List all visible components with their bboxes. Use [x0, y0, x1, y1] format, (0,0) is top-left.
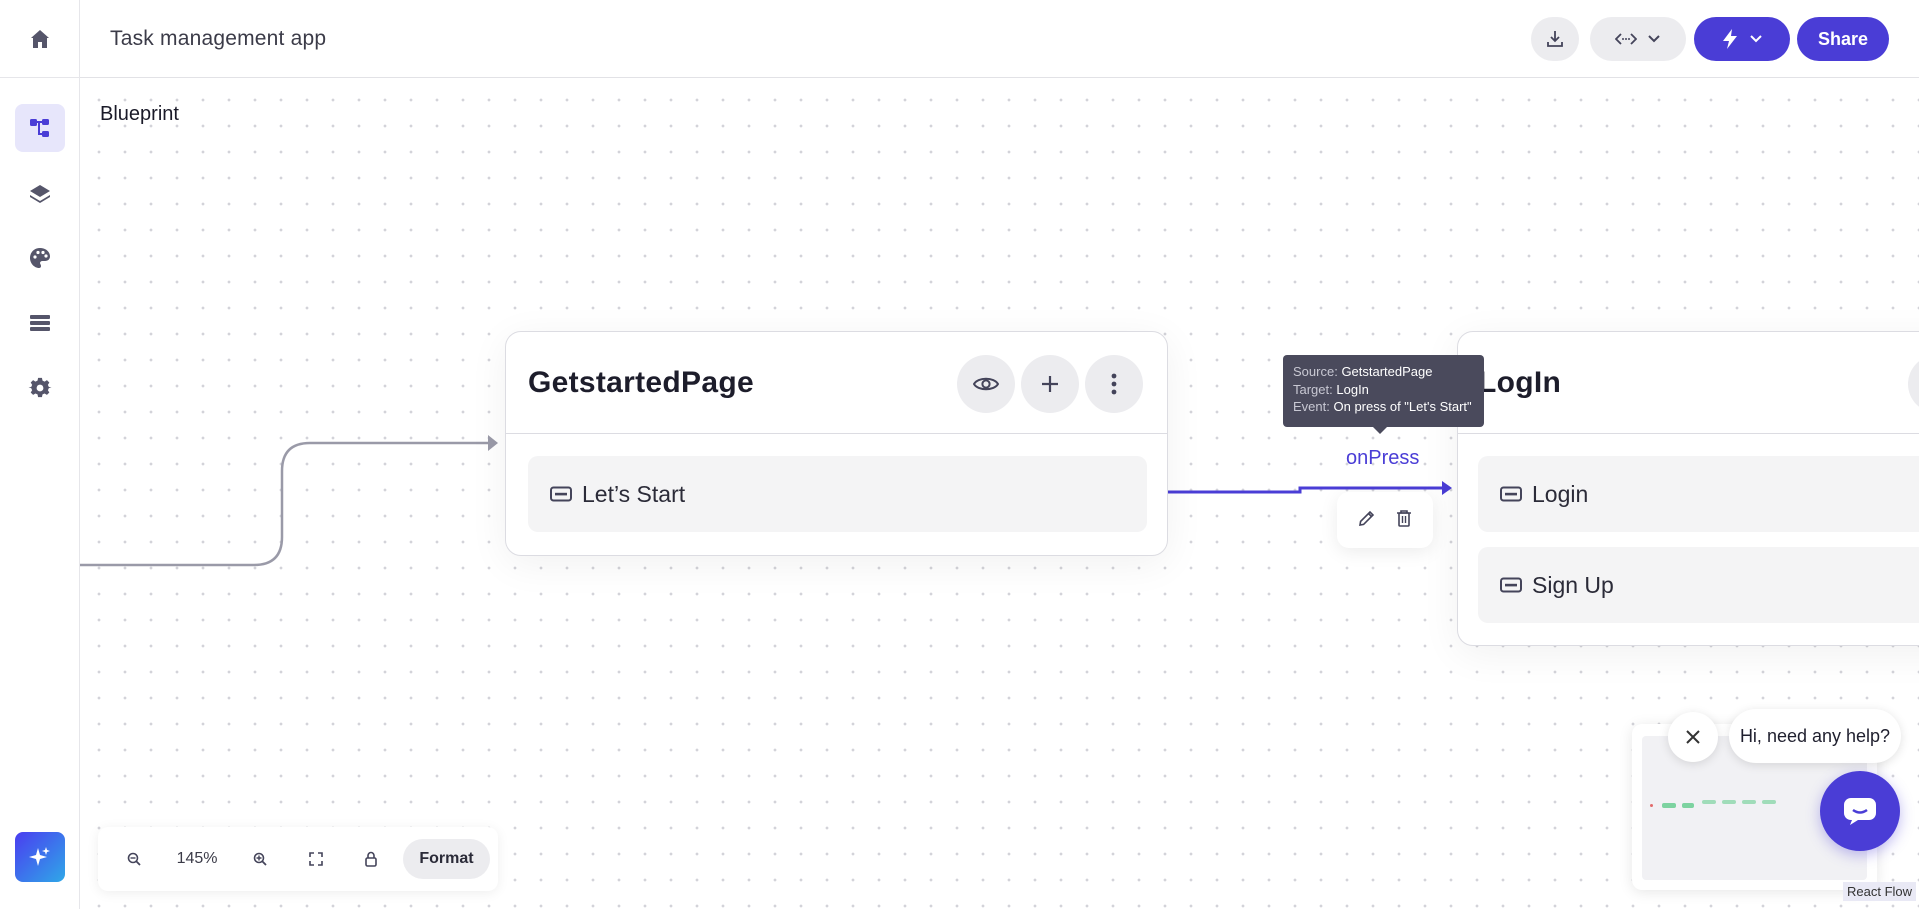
- canvas-toolbar: 145% Format: [98, 827, 498, 891]
- zoom-in-button[interactable]: [233, 837, 288, 881]
- react-flow-attribution[interactable]: React Flow: [1843, 882, 1917, 901]
- format-button[interactable]: Format: [402, 839, 491, 879]
- chevron-down-icon: [1648, 35, 1660, 43]
- node-item[interactable]: Sign Up: [1478, 547, 1919, 623]
- tooltip-event-key: Event:: [1293, 399, 1330, 414]
- code-icon: [1615, 33, 1637, 45]
- tooltip-arrow: [1372, 426, 1388, 434]
- close-icon: [1686, 730, 1700, 744]
- edge-tools: [1337, 492, 1433, 548]
- lock-icon: [365, 851, 378, 867]
- minimap-node: [1702, 800, 1716, 804]
- actions-menu-button[interactable]: [1694, 17, 1790, 61]
- node-title: LogIn: [1478, 366, 1562, 399]
- chat-close-button[interactable]: [1668, 712, 1718, 762]
- zoom-in-icon: [254, 852, 268, 866]
- settings-icon: [28, 377, 52, 398]
- sidebar-item-theme[interactable]: [15, 234, 65, 282]
- minimap-node: [1742, 800, 1756, 804]
- edit-icon: [1359, 510, 1375, 526]
- tooltip-source-key: Source:: [1293, 364, 1338, 379]
- button-icon: [1500, 486, 1522, 502]
- chat-greeting-bubble[interactable]: Hi, need any help?: [1729, 709, 1901, 763]
- ai-assistant-button[interactable]: [15, 832, 65, 882]
- chat-launcher-button[interactable]: [1820, 771, 1900, 851]
- top-header: Task management app Share: [80, 0, 1919, 78]
- node-login-page[interactable]: LogIn Login Sign Up: [1457, 331, 1919, 646]
- minimap-node: [1662, 803, 1676, 808]
- delete-edge-button[interactable]: [1396, 509, 1412, 532]
- plus-icon: [1042, 376, 1058, 392]
- minimap-node: [1722, 800, 1736, 804]
- preview-button[interactable]: [1908, 355, 1919, 413]
- download-button[interactable]: [1531, 17, 1579, 61]
- node-header: GetstartedPage: [506, 332, 1167, 434]
- edge-label[interactable]: onPress: [1346, 447, 1419, 470]
- zoom-out-icon: [127, 852, 141, 866]
- minimap-node: [1682, 803, 1694, 808]
- node-item-label: Login: [1532, 480, 1589, 507]
- download-icon: [1547, 31, 1563, 47]
- blueprint-icon: [30, 119, 49, 137]
- sidebar-item-layers[interactable]: [15, 170, 65, 218]
- incoming-edge-arrow: [488, 435, 498, 451]
- layers-icon: [30, 185, 50, 203]
- tooltip-target-key: Target:: [1293, 381, 1333, 397]
- node-item-label: Let’s Start: [582, 480, 686, 507]
- edge-tooltip: Source: GetstartedPage Target: LogIn Eve…: [1283, 355, 1484, 427]
- sidebar-item-blueprint[interactable]: [15, 104, 65, 152]
- button-icon: [1500, 577, 1522, 593]
- share-button[interactable]: Share: [1797, 17, 1889, 61]
- node-getstarted-page[interactable]: GetstartedPage Let’s Start: [505, 331, 1168, 556]
- more-vertical-icon: [1111, 373, 1117, 395]
- add-element-button[interactable]: [1021, 355, 1079, 413]
- button-icon: [550, 486, 572, 502]
- zoom-out-button[interactable]: [106, 837, 161, 881]
- left-sidebar: [0, 0, 80, 909]
- node-header: LogIn: [1458, 332, 1919, 434]
- edit-edge-button[interactable]: [1358, 509, 1376, 532]
- code-menu-button[interactable]: [1590, 17, 1686, 61]
- node-item[interactable]: Login: [1478, 456, 1919, 532]
- preview-button[interactable]: [957, 355, 1015, 413]
- home-button[interactable]: [0, 0, 80, 78]
- fit-view-icon: [308, 852, 323, 866]
- node-item[interactable]: Let’s Start: [528, 456, 1147, 532]
- sidebar-item-settings[interactable]: [15, 364, 65, 412]
- lightning-icon: [1723, 29, 1737, 49]
- lock-button[interactable]: [344, 837, 399, 881]
- minimap-marker: [1650, 804, 1653, 807]
- tooltip-target-value: LogIn: [1336, 381, 1369, 397]
- list-icon: [30, 315, 50, 331]
- delete-icon: [1397, 509, 1411, 527]
- zoom-level: 145%: [176, 850, 218, 867]
- onpress-edge-arrow: [1442, 481, 1452, 495]
- chat-icon: [1844, 798, 1876, 825]
- flow-canvas[interactable]: Blueprint GetstartedPage Let’s Start Log…: [80, 79, 1919, 909]
- tooltip-event-value: On press of "Let's Start": [1333, 399, 1472, 414]
- palette-icon: [30, 248, 50, 268]
- incoming-edge: [80, 441, 490, 567]
- node-title: GetstartedPage: [528, 366, 754, 399]
- fit-view-button[interactable]: [288, 837, 343, 881]
- app-title: Task management app: [110, 27, 327, 50]
- ai-sparkle-icon: [29, 847, 50, 866]
- node-item-label: Sign Up: [1532, 571, 1614, 598]
- more-options-button[interactable]: [1085, 355, 1143, 413]
- eye-icon: [973, 377, 999, 391]
- sidebar-item-data[interactable]: [15, 299, 65, 347]
- minimap-node: [1762, 800, 1776, 804]
- home-icon: [31, 29, 49, 48]
- chevron-down-icon: [1750, 35, 1762, 43]
- tooltip-source-value: GetstartedPage: [1341, 364, 1433, 379]
